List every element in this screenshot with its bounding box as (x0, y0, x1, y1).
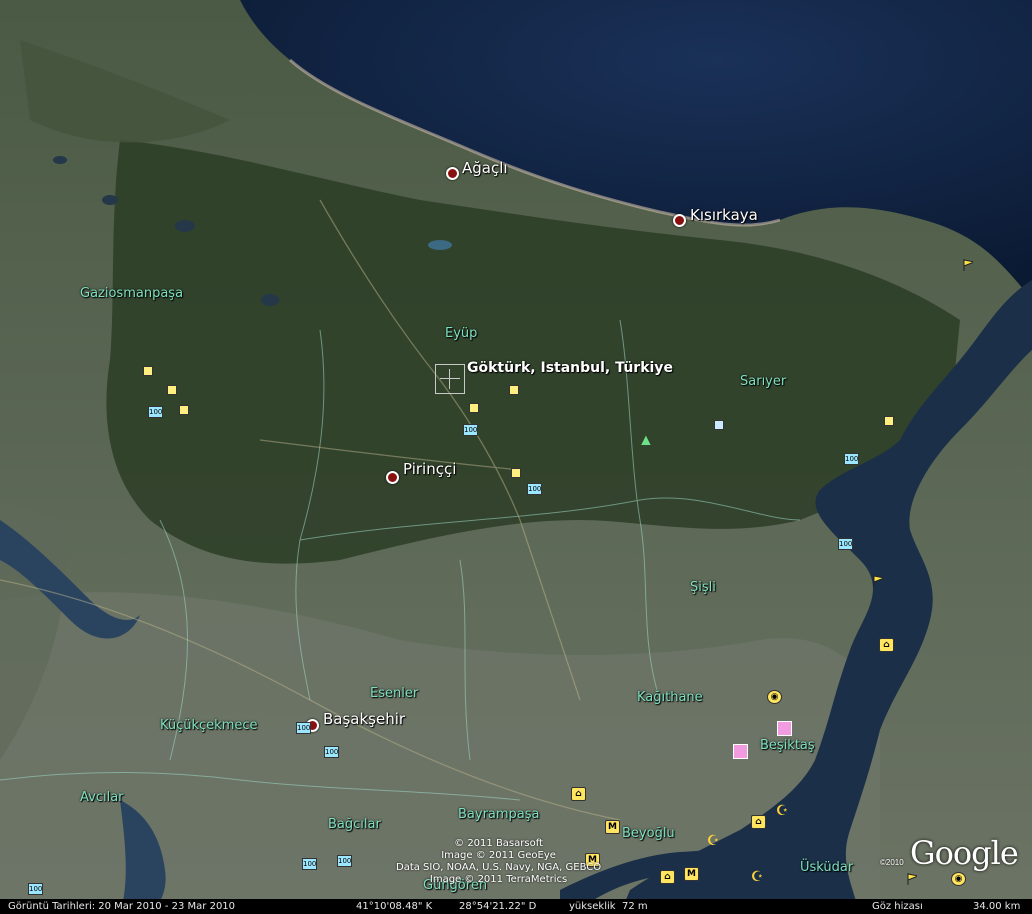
credit-line: Image © 2011 TerraMetrics (429, 874, 568, 885)
palace-icon[interactable]: ⌂ (751, 815, 766, 829)
poi-square-icon[interactable] (469, 403, 479, 413)
pirincci-marker[interactable] (386, 471, 399, 484)
beyoglu-label: Beyoğlu (622, 826, 675, 841)
credit-line: © 2011 Basarsoft (454, 838, 543, 849)
poi-100-icon[interactable]: 100 (337, 855, 352, 867)
status-bar: Görüntü Tarihleri: 20 Mar 2010 - 23 Mar … (0, 899, 1032, 914)
imagery-credits: © 2011 Basarsoft Image © 2011 GeoEye Dat… (396, 838, 601, 886)
search-result-crosshair-icon[interactable] (435, 364, 465, 394)
besiktas-label: Beşiktaş (760, 738, 815, 753)
palace-icon[interactable]: ⌂ (879, 638, 894, 652)
palace-icon[interactable]: ⌂ (571, 787, 586, 801)
agacli-label: Ağaçlı (462, 159, 508, 177)
bagcilar-label: Bağcılar (328, 817, 381, 832)
poi-square-icon[interactable] (167, 385, 177, 395)
avcilar-label: Avcılar (80, 790, 124, 805)
sisli-label: Şişli (690, 580, 716, 595)
search-result-label: Göktürk, Istanbul, Türkiye (467, 360, 673, 376)
palace-icon[interactable]: ⌂ (660, 870, 675, 884)
uskudar-label: Üsküdar (800, 860, 854, 875)
kagithane-label: Kağıthane (637, 690, 703, 705)
poi-square-icon[interactable] (511, 468, 521, 478)
eye-altitude-value: 34.00 km (973, 901, 1021, 912)
poi-square-icon[interactable] (509, 385, 519, 395)
flag-icon[interactable] (873, 575, 883, 587)
satellite-imagery (0, 0, 1032, 914)
basaksehir-label: Başakşehir (323, 710, 406, 728)
gaziosmanpasa-label: Gaziosmanpaşa (80, 286, 184, 301)
film-icon[interactable] (777, 721, 792, 736)
elevation-value: 72 m (622, 901, 648, 912)
poi-square-icon[interactable] (143, 366, 153, 376)
mosque-icon[interactable]: ☪ (706, 834, 720, 848)
flag-icon[interactable] (963, 259, 973, 271)
pirincci-label: Pirinççi (403, 460, 457, 478)
mosque-icon[interactable]: ☪ (750, 870, 764, 884)
poi-square-icon[interactable] (884, 416, 894, 426)
film-icon[interactable] (733, 744, 748, 759)
poi-100-icon[interactable]: 100 (527, 483, 542, 495)
poi-100-icon[interactable]: 100 (463, 424, 478, 436)
poi-100-icon[interactable]: 100 (324, 746, 339, 758)
poi-square-icon[interactable] (179, 405, 189, 415)
bayrampasa-label: Bayrampaşa (458, 807, 540, 822)
poi-100-icon[interactable]: 100 (838, 538, 853, 550)
latitude-readout: 41°10'08.48" K (356, 901, 433, 912)
credit-line: Data SIO, NOAA, U.S. Navy, NGA, GEBCO (396, 862, 602, 873)
elevation-label: yükseklik (569, 901, 616, 912)
poi-100-icon[interactable]: 100 (28, 883, 43, 895)
park-tree-icon[interactable]: ▲ (638, 432, 654, 450)
poi-100-icon[interactable]: 100 (296, 722, 311, 734)
theater-icon[interactable]: ◉ (951, 872, 966, 886)
credit-line: Image © 2011 GeoEye (441, 850, 556, 861)
kisirkaya-marker[interactable] (673, 214, 686, 227)
agacli-marker[interactable] (446, 167, 459, 180)
eye-altitude-label: Göz hizası (872, 901, 923, 912)
poi-100-icon[interactable]: 100 (148, 406, 163, 418)
mosque-icon[interactable]: ☪ (775, 804, 789, 818)
flag-icon[interactable] (907, 873, 917, 885)
kucukcekmece-label: Küçükçekmece (160, 718, 258, 733)
museum-icon[interactable]: M (684, 867, 699, 881)
longitude-readout: 28°54'21.22" D (459, 901, 537, 912)
imagery-date: Görüntü Tarihleri: 20 Mar 2010 - 23 Mar … (8, 901, 236, 912)
poi-100-icon[interactable]: 100 (302, 858, 317, 870)
poi-100-icon[interactable]: 100 (844, 453, 859, 465)
logo-year: ©2010 (880, 858, 904, 867)
sariyer-label: Sarıyer (740, 374, 787, 389)
map-view[interactable]: Ağaçlı Kısırkaya Gaziosmanpaşa Eyüp Gökt… (0, 0, 1032, 914)
museum-icon[interactable]: M (605, 820, 620, 834)
google-logo: Google (910, 834, 1019, 872)
theater-icon[interactable]: ◉ (767, 690, 782, 704)
esenler-label: Esenler (370, 686, 419, 701)
eyup-label: Eyüp (445, 326, 478, 341)
poi-square-icon[interactable] (714, 420, 724, 430)
kisirkaya-label: Kısırkaya (690, 206, 758, 224)
